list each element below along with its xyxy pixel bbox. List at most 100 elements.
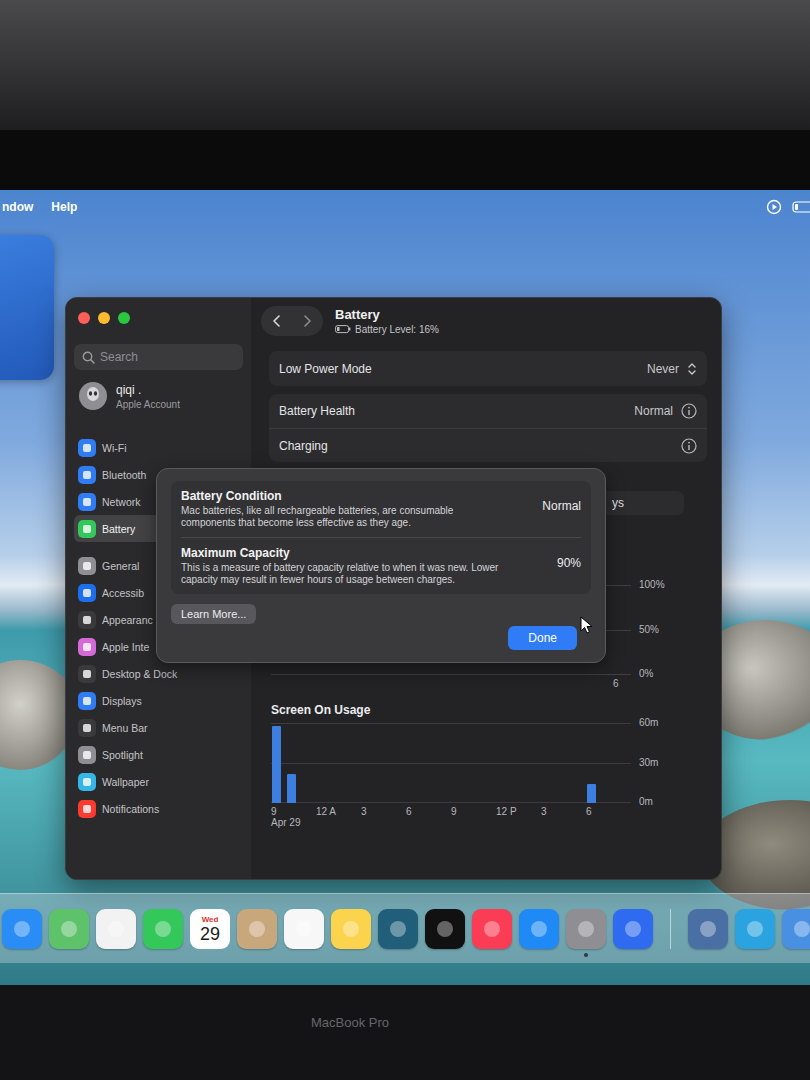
dock-app-icon[interactable] [782, 909, 810, 949]
dock-app-icon[interactable] [96, 909, 136, 949]
dock-app-icon[interactable] [2, 909, 42, 949]
chevron-right-icon [302, 314, 313, 328]
dock-item[interactable] [566, 909, 606, 949]
dock-app-icon[interactable] [735, 909, 775, 949]
dock-item[interactable] [49, 909, 89, 949]
dock-app-icon[interactable] [237, 909, 277, 949]
sidebar-item[interactable]: Menu Bar [74, 714, 243, 741]
sidebar-item-icon [78, 466, 96, 484]
info-icon [681, 438, 697, 454]
sidebar-item[interactable]: Wallpaper [74, 768, 243, 795]
axis-label: 6 [613, 678, 619, 689]
calendar-icon[interactable]: Wed29 [190, 909, 230, 949]
done-button[interactable]: Done [508, 626, 577, 650]
sidebar-item-icon [78, 520, 96, 538]
settings-card: Battery HealthNormalCharging [269, 394, 707, 462]
icon-glyph [343, 921, 359, 937]
row-control[interactable]: Never [647, 362, 697, 376]
chart-slot [556, 723, 571, 803]
menu-item[interactable]: ndow [2, 200, 33, 214]
running-indicator [20, 953, 24, 957]
search-input[interactable] [100, 350, 235, 364]
dock-app-icon[interactable] [49, 909, 89, 949]
forward-button[interactable] [302, 314, 313, 328]
sidebar-item[interactable]: Desktop & Dock [74, 660, 243, 687]
dialog-row-title: Battery Condition [181, 489, 501, 503]
chart-slot [301, 723, 316, 803]
dock-item[interactable] [735, 909, 775, 949]
running-indicator [443, 953, 447, 957]
dock-item[interactable] [519, 909, 559, 949]
chart-ticks: 60m30m0m [639, 717, 658, 807]
sidebar-item-label: Wi-Fi [102, 442, 127, 454]
icon-glyph [83, 562, 91, 570]
running-indicator [67, 953, 71, 957]
sidebar-item[interactable]: Spotlight [74, 741, 243, 768]
sidebar-item[interactable]: Wi-Fi [74, 434, 243, 461]
dialog-footer: Learn More... Done [171, 604, 591, 650]
dock-app-icon[interactable] [472, 909, 512, 949]
dock: Wed29 [0, 893, 810, 963]
search-field[interactable] [74, 344, 243, 370]
dock-app-icon[interactable] [284, 909, 324, 949]
sidebar-item-icon [78, 773, 96, 791]
chart-slot [316, 723, 331, 803]
row-control[interactable] [681, 438, 697, 454]
dock-item[interactable] [613, 909, 653, 949]
dock-item[interactable] [782, 909, 810, 949]
account-name: qiqi . [116, 383, 180, 397]
sidebar-item-icon [78, 584, 96, 602]
dock-app-icon[interactable] [143, 909, 183, 949]
sidebar-item-icon [78, 493, 96, 511]
window-controls [74, 312, 243, 324]
row-control[interactable]: Normal [634, 403, 697, 419]
dock-item[interactable] [96, 909, 136, 949]
menu-item[interactable]: Help [51, 200, 77, 214]
close-button[interactable] [78, 312, 90, 324]
dock-app-icon[interactable] [566, 909, 606, 949]
range-option[interactable]: ys [612, 496, 624, 510]
dock-item[interactable] [2, 909, 42, 949]
sidebar-item[interactable]: Notifications [74, 795, 243, 822]
calendar-day: Wed [202, 915, 219, 924]
dock-item[interactable]: Wed29 [190, 909, 230, 949]
icon-glyph [83, 525, 91, 533]
dock-item[interactable] [284, 909, 324, 949]
dock-app-icon[interactable] [378, 909, 418, 949]
settings-row[interactable]: Low Power Mode Never [269, 351, 707, 386]
page-title: Battery [335, 307, 439, 322]
dock-item[interactable] [143, 909, 183, 949]
minimize-button[interactable] [98, 312, 110, 324]
dock-app-icon[interactable] [425, 909, 465, 949]
back-button[interactable] [271, 314, 282, 328]
account-row[interactable]: qiqi .Apple Account [74, 380, 243, 412]
icon-glyph [531, 921, 547, 937]
learn-more-button[interactable]: Learn More... [171, 604, 256, 624]
dialog-row-title: Maximum Capacity [181, 546, 501, 560]
sidebar-item-label: Wallpaper [102, 776, 149, 788]
dock-item[interactable] [425, 909, 465, 949]
chart-date: Apr 29 [251, 817, 721, 831]
dock-app-icon[interactable] [613, 909, 653, 949]
row-value: Normal [634, 404, 673, 418]
chart-slot [271, 723, 286, 803]
dialog-row-text: Battery ConditionMac batteries, like all… [181, 489, 501, 529]
icon-glyph [700, 921, 716, 937]
dock-item[interactable] [237, 909, 277, 949]
icon-glyph [108, 921, 124, 937]
sidebar-item-icon [78, 719, 96, 737]
zoom-button[interactable] [118, 312, 130, 324]
row-label: Low Power Mode [279, 362, 372, 376]
dock-app-icon[interactable] [519, 909, 559, 949]
running-indicator [349, 953, 353, 957]
sidebar-item-label: Network [102, 496, 141, 508]
dock-item[interactable] [688, 909, 728, 949]
chart-slot [571, 723, 586, 803]
dock-app-icon[interactable] [688, 909, 728, 949]
running-indicator [302, 953, 306, 957]
dock-item[interactable] [472, 909, 512, 949]
dock-item[interactable] [331, 909, 371, 949]
dock-item[interactable] [378, 909, 418, 949]
sidebar-item[interactable]: Displays [74, 687, 243, 714]
dock-app-icon[interactable] [331, 909, 371, 949]
